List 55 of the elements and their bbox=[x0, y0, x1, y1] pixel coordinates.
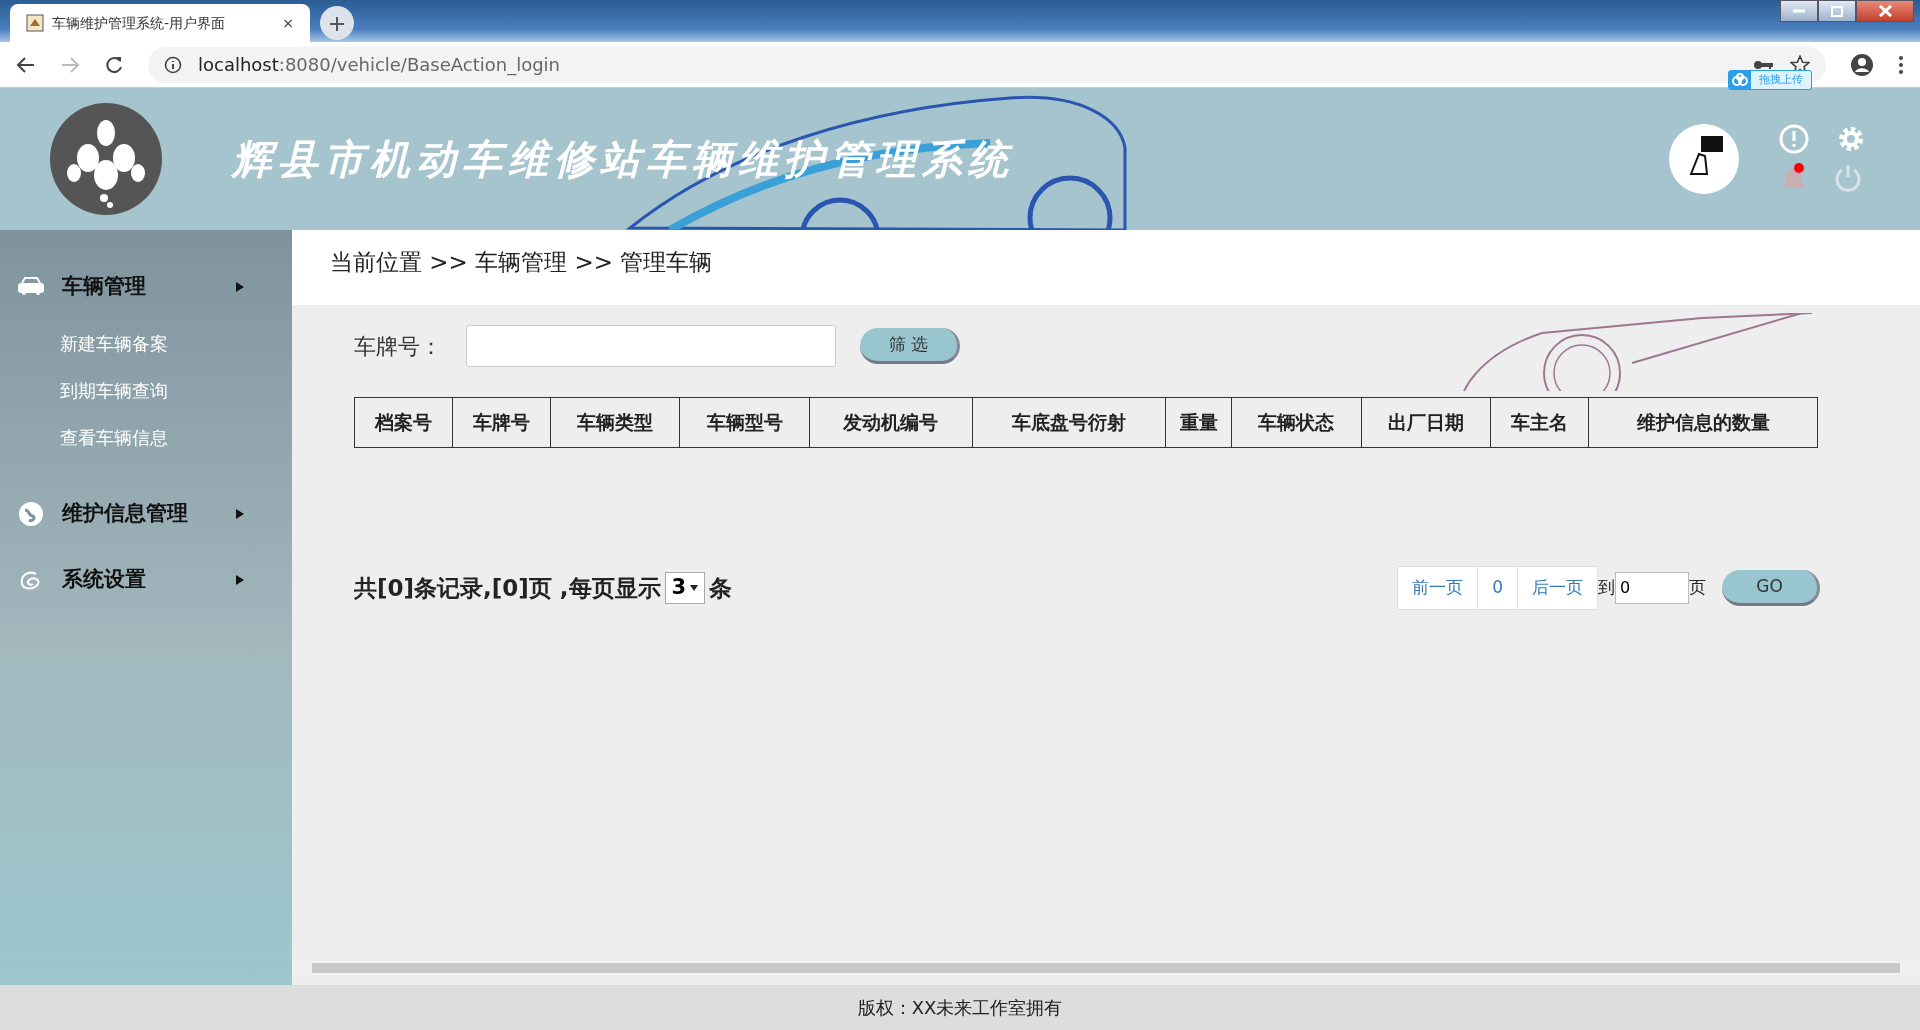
page-unit-label: 页 bbox=[1689, 576, 1706, 599]
go-button[interactable]: GO bbox=[1722, 569, 1820, 606]
goto-label: 到 bbox=[1598, 576, 1615, 599]
plate-input[interactable] bbox=[466, 325, 836, 367]
restore-icon bbox=[1831, 5, 1843, 17]
plus-icon bbox=[329, 15, 345, 32]
restore-button[interactable] bbox=[1818, 0, 1856, 22]
info-icon bbox=[164, 55, 182, 74]
filter-button[interactable]: 筛 选 bbox=[860, 328, 960, 364]
column-header: 车辆型号 bbox=[679, 397, 810, 448]
scrollbar-thumb[interactable] bbox=[312, 963, 1900, 973]
record-summary: 共[0]条记录,[0]页 ,每页显示 bbox=[354, 573, 661, 603]
tab-close-button[interactable]: × bbox=[282, 12, 294, 34]
close-icon bbox=[1878, 5, 1892, 17]
minimize-icon bbox=[1793, 9, 1805, 13]
filter-label: 车牌号： bbox=[354, 332, 442, 361]
column-header: 重量 bbox=[1165, 397, 1232, 448]
new-tab-button[interactable] bbox=[320, 6, 354, 40]
globe-icon bbox=[16, 502, 46, 526]
account-icon[interactable] bbox=[1850, 52, 1874, 77]
column-header: 车底盘号衍射 bbox=[972, 397, 1166, 448]
prev-page-button[interactable]: 前一页 bbox=[1397, 566, 1479, 610]
caret-right-icon bbox=[236, 575, 244, 585]
caret-down-icon bbox=[690, 584, 699, 591]
tab-title: 车辆维护管理系统-用户界面 bbox=[52, 13, 227, 33]
breadcrumb-text: 当前位置 >> 车辆管理 >> 管理车辆 bbox=[292, 230, 1920, 305]
column-header: 车主名 bbox=[1490, 397, 1589, 448]
column-header: 车辆状态 bbox=[1231, 397, 1362, 448]
page-input[interactable]: 0 bbox=[1615, 571, 1689, 604]
key-icon[interactable] bbox=[1754, 58, 1774, 71]
url-text: localhost:8080/vehicle/BaseAction_login bbox=[198, 53, 561, 78]
column-header: 车牌号 bbox=[452, 397, 551, 448]
avatar-icon[interactable] bbox=[1669, 124, 1739, 194]
back-icon[interactable] bbox=[16, 54, 36, 75]
sidebar-group[interactable]: 系统设置 bbox=[0, 547, 292, 613]
sidebar-group[interactable]: 维护信息管理 bbox=[0, 481, 292, 547]
next-page-button[interactable]: 后一页 bbox=[1518, 566, 1598, 610]
column-header: 发动机编号 bbox=[809, 397, 973, 448]
column-header: 档案号 bbox=[354, 397, 453, 448]
minimize-button[interactable] bbox=[1780, 0, 1818, 22]
caret-right-icon bbox=[236, 282, 244, 292]
caret-right-icon bbox=[236, 509, 244, 519]
unit-label: 条 bbox=[709, 573, 733, 603]
column-header: 出厂日期 bbox=[1361, 397, 1491, 448]
column-header: 车辆类型 bbox=[550, 397, 680, 448]
current-page[interactable]: 0 bbox=[1478, 566, 1518, 610]
reload-icon[interactable] bbox=[104, 54, 124, 75]
page-size-select[interactable]: 3 bbox=[664, 571, 706, 604]
logo-icon bbox=[50, 103, 162, 215]
more-icon[interactable] bbox=[1898, 54, 1904, 75]
column-header: 维护信息的数量 bbox=[1588, 397, 1818, 448]
close-button[interactable] bbox=[1856, 0, 1914, 22]
copyright-text: 版权：XX未来工作室拥有 bbox=[857, 996, 1063, 1020]
browser-tab[interactable]: 车辆维护管理系统-用户界面 × bbox=[10, 4, 310, 42]
sidebar-group[interactable]: 车辆管理 bbox=[0, 254, 292, 320]
